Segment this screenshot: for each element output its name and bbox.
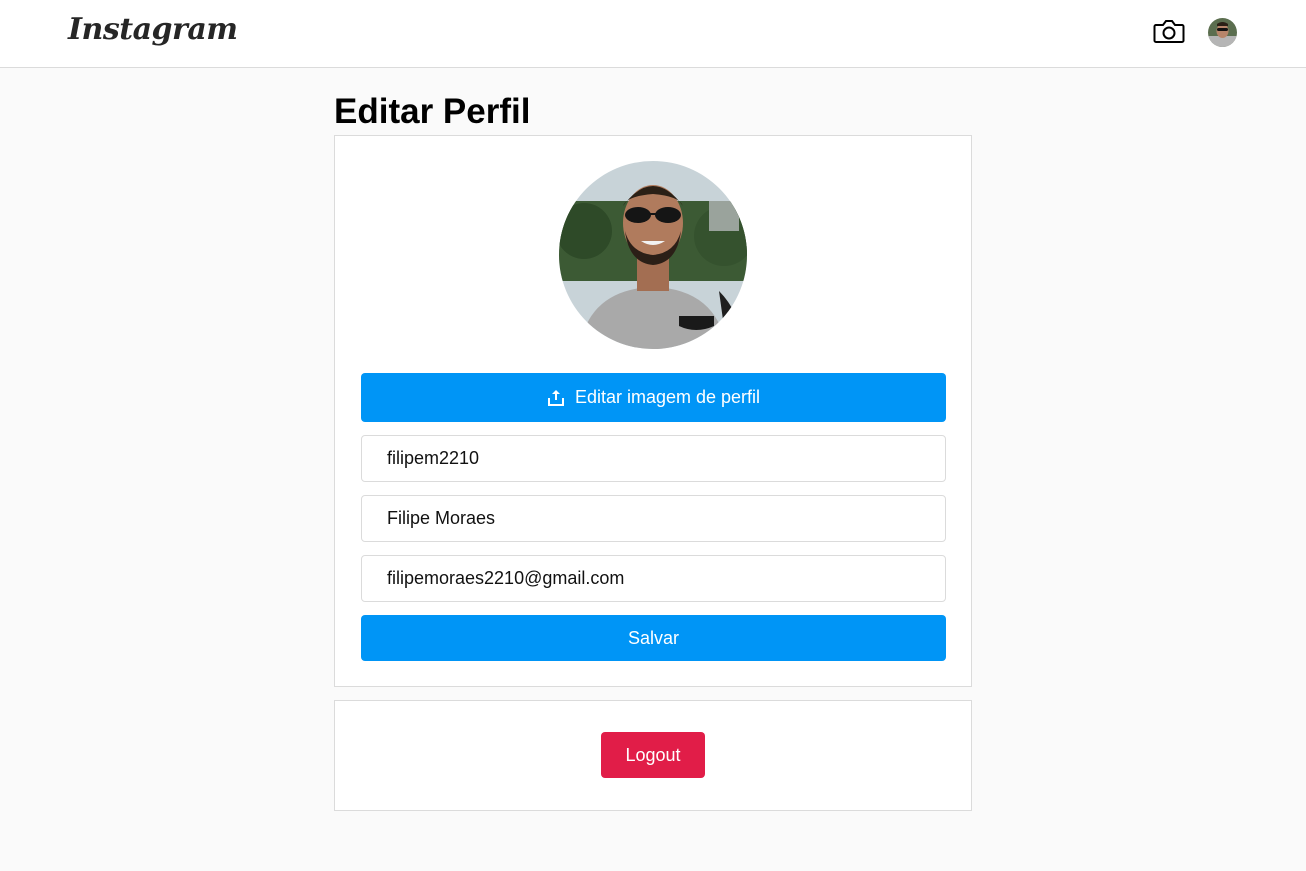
profile-photo: [559, 161, 747, 349]
email-field[interactable]: [361, 555, 946, 602]
instagram-logo[interactable]: Instagram: [68, 12, 238, 47]
page-title: Editar Perfil: [334, 92, 531, 131]
edit-profile-image-label: Editar imagem de perfil: [574, 387, 761, 407]
logout-button[interactable]: Logout: [601, 732, 705, 778]
top-navbar: Instagram: [0, 0, 1306, 68]
edit-profile-card: Editar imagem de perfil Salvar: [334, 135, 972, 687]
save-button[interactable]: Salvar: [361, 615, 946, 661]
camera-icon[interactable]: [1153, 17, 1185, 45]
logout-card: Logout: [334, 700, 972, 811]
username-field[interactable]: [361, 435, 946, 482]
user-avatar[interactable]: [1208, 18, 1237, 47]
name-field[interactable]: [361, 495, 946, 542]
edit-profile-image-button[interactable]: Editar imagem de perfil: [361, 373, 946, 422]
upload-icon: [547, 389, 564, 406]
